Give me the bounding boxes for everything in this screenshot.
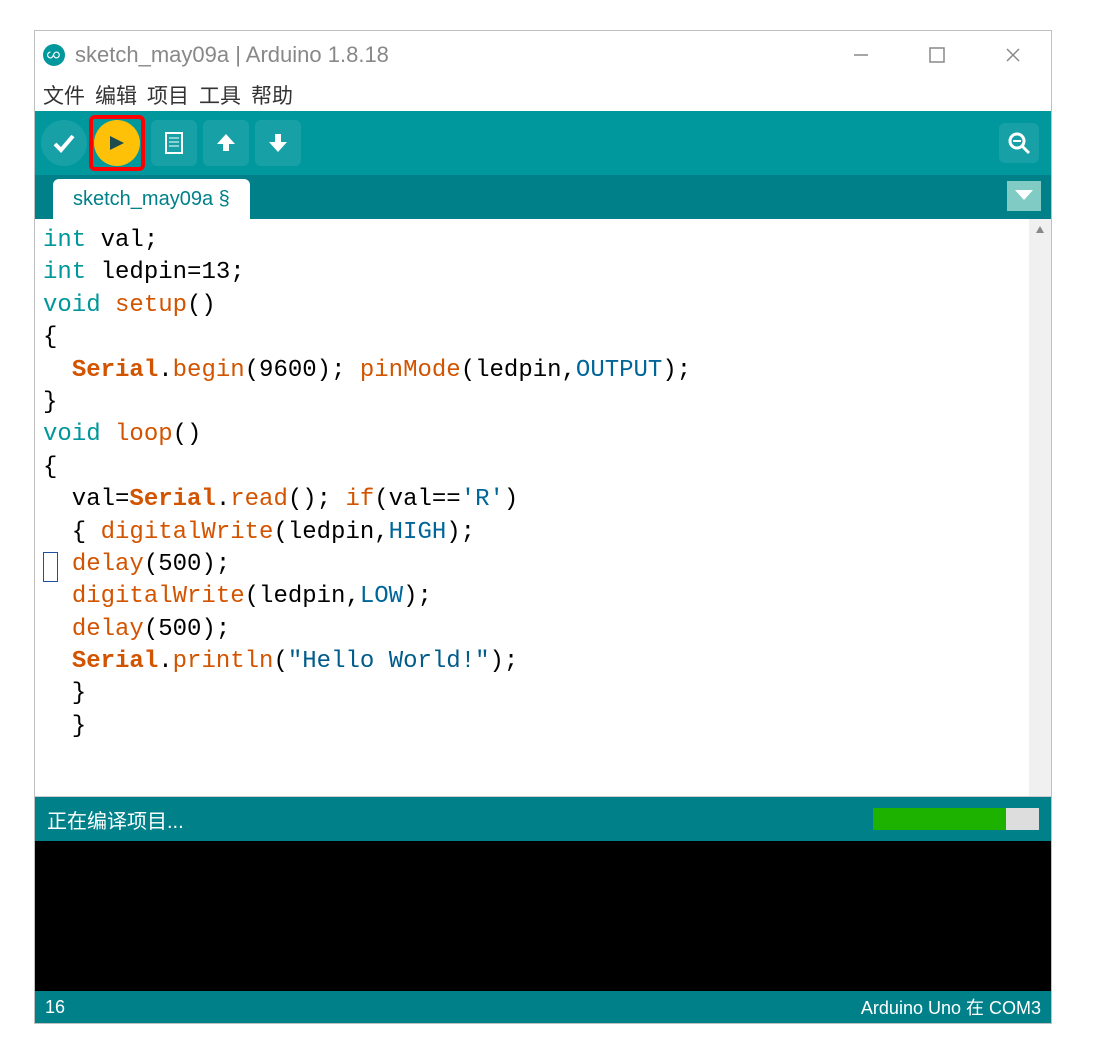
tabstrip: sketch_may09a §	[35, 175, 1051, 219]
line-number: 16	[45, 997, 65, 1018]
check-icon	[51, 130, 77, 156]
menu-help[interactable]: 帮助	[247, 80, 297, 110]
serial-monitor-button[interactable]	[999, 123, 1039, 163]
magnifier-icon	[1007, 131, 1031, 155]
board-port: Arduino Uno 在 COM3	[861, 994, 1041, 1020]
upload-button-highlight	[89, 115, 145, 171]
menu-sketch[interactable]: 项目	[143, 80, 193, 110]
status-text: 正在编译项目...	[47, 805, 184, 834]
arduino-window: sketch_may09a | Arduino 1.8.18 文件 编辑 项目 …	[34, 30, 1052, 1024]
window-title: sketch_may09a | Arduino 1.8.18	[75, 42, 847, 68]
editor-area: int val; int ledpin=13; void setup() { S…	[35, 219, 1051, 797]
verify-button[interactable]	[41, 120, 87, 166]
tab-label: sketch_may09a §	[73, 188, 230, 211]
menu-file[interactable]: 文件	[39, 80, 89, 110]
upload-button[interactable]	[94, 120, 140, 166]
open-sketch-button[interactable]	[203, 120, 249, 166]
arrow-up-icon	[213, 130, 239, 156]
menubar: 文件 编辑 项目 工具 帮助	[35, 79, 1051, 111]
chevron-down-icon	[1015, 190, 1033, 202]
scroll-track[interactable]	[1029, 241, 1051, 796]
tab-menu-button[interactable]	[1007, 181, 1041, 211]
footer: 16 Arduino Uno 在 COM3	[35, 991, 1051, 1023]
maximize-icon	[928, 46, 946, 64]
code-editor[interactable]: int val; int ledpin=13; void setup() { S…	[35, 219, 1029, 796]
compile-progress	[873, 808, 1039, 830]
console-output[interactable]	[35, 841, 1051, 991]
scroll-up-arrow[interactable]	[1029, 219, 1051, 241]
toolbar	[35, 111, 1051, 175]
new-sketch-button[interactable]	[151, 120, 197, 166]
chevron-up-icon	[1035, 225, 1045, 235]
vertical-scrollbar[interactable]	[1029, 219, 1051, 796]
arrow-down-icon	[265, 130, 291, 156]
minimize-button[interactable]	[847, 41, 875, 69]
maximize-button[interactable]	[923, 41, 951, 69]
save-sketch-button[interactable]	[255, 120, 301, 166]
arduino-logo-icon	[43, 44, 65, 66]
statusbar: 正在编译项目...	[35, 797, 1051, 841]
tab-sketch[interactable]: sketch_may09a §	[53, 179, 250, 219]
close-icon	[1004, 46, 1022, 64]
menu-tools[interactable]: 工具	[195, 80, 245, 110]
menu-edit[interactable]: 编辑	[91, 80, 141, 110]
arrow-right-icon	[104, 130, 130, 156]
close-button[interactable]	[999, 41, 1027, 69]
minimize-icon	[852, 46, 870, 64]
titlebar: sketch_may09a | Arduino 1.8.18	[35, 31, 1051, 79]
compile-progress-fill	[873, 808, 1006, 830]
new-file-icon	[161, 130, 187, 156]
